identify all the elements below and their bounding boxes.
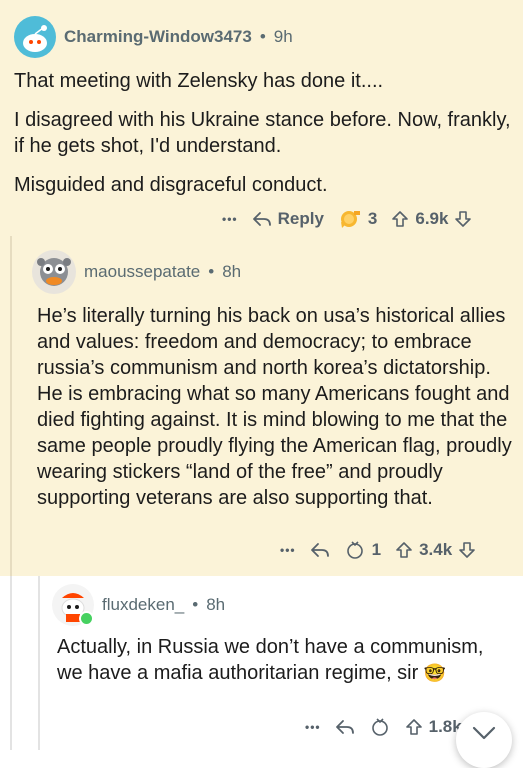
vote-controls: 1.8k <box>405 717 462 737</box>
award-icon <box>338 208 362 230</box>
more-options-button[interactable]: ••• <box>280 543 296 557</box>
online-status-dot <box>79 611 94 626</box>
comment-body: That meeting with Zelensky has done it..… <box>14 68 514 211</box>
award-count: 1 <box>371 540 382 559</box>
snoo-avatar[interactable] <box>52 584 94 626</box>
scroll-down-button[interactable] <box>456 712 512 768</box>
comment-header: Charming-Window3473 • 9h <box>14 16 293 58</box>
reply-arrow-icon[interactable] <box>335 718 355 736</box>
upvote-icon[interactable] <box>395 541 413 559</box>
more-options-button[interactable]: ••• <box>222 212 238 226</box>
upvote-icon[interactable] <box>391 210 409 228</box>
separator: • <box>259 27 266 46</box>
timestamp: 8h <box>206 595 226 614</box>
comment-paragraph: He’s literally turning his back on usa’s… <box>37 305 512 509</box>
reply-arrow-icon <box>252 210 272 228</box>
nerd-face-emoji: 🤓 <box>423 663 447 683</box>
comment-body: He’s literally turning his back on usa’s… <box>37 303 519 524</box>
vote-score: 3.4k <box>419 540 453 559</box>
separator: • <box>208 262 215 281</box>
vote-score: 6.9k <box>415 209 449 228</box>
comment-header: maoussepatate • 8h <box>32 250 241 294</box>
separator: • <box>192 595 199 614</box>
username[interactable]: Charming-Window3473 <box>64 27 252 47</box>
comment-body: Actually, in Russia we don’t have a comm… <box>57 634 497 699</box>
thread-line[interactable] <box>38 576 40 750</box>
award-icon <box>344 540 366 560</box>
comment-paragraph: I disagreed with his Ukraine stance befo… <box>14 109 511 157</box>
comment-paragraph: That meeting with Zelensky has done it..… <box>14 70 384 92</box>
chevron-down-icon <box>472 726 496 740</box>
snoo-avatar[interactable] <box>14 16 56 58</box>
reply-arrow-icon[interactable] <box>310 541 330 559</box>
thread-line[interactable] <box>10 236 12 576</box>
upvote-icon[interactable] <box>405 718 423 736</box>
award-count: 3 <box>367 209 378 228</box>
reply-label: Reply <box>277 209 324 228</box>
comment-paragraph: Actually, in Russia we don’t have a comm… <box>57 634 497 686</box>
more-options-button[interactable]: ••• <box>305 720 321 734</box>
username[interactable]: fluxdeken_ <box>102 595 184 615</box>
awards[interactable]: 3 <box>338 208 377 230</box>
comment-header: fluxdeken_ • 8h <box>52 584 225 626</box>
comment-actions: ••• 1.8k <box>305 717 462 737</box>
comment-actions: ••• 1 3.4k <box>280 540 476 560</box>
downvote-icon[interactable] <box>454 210 472 228</box>
comment-actions: ••• Reply 3 6.9k <box>222 208 472 230</box>
awards[interactable]: 1 <box>344 540 381 560</box>
username[interactable]: maoussepatate <box>84 262 200 282</box>
timestamp: 9h <box>273 27 293 46</box>
comment-text: Actually, in Russia we don’t have a comm… <box>57 636 484 684</box>
user-avatar[interactable] <box>32 250 76 294</box>
award-icon[interactable] <box>369 717 391 737</box>
comment-paragraph: Misguided and disgraceful conduct. <box>14 174 328 196</box>
vote-controls: 3.4k <box>395 540 476 560</box>
downvote-icon[interactable] <box>458 541 476 559</box>
reply-button[interactable]: Reply <box>252 209 324 229</box>
thread-line[interactable] <box>10 576 12 750</box>
vote-controls: 6.9k <box>391 209 472 229</box>
timestamp: 8h <box>222 262 242 281</box>
